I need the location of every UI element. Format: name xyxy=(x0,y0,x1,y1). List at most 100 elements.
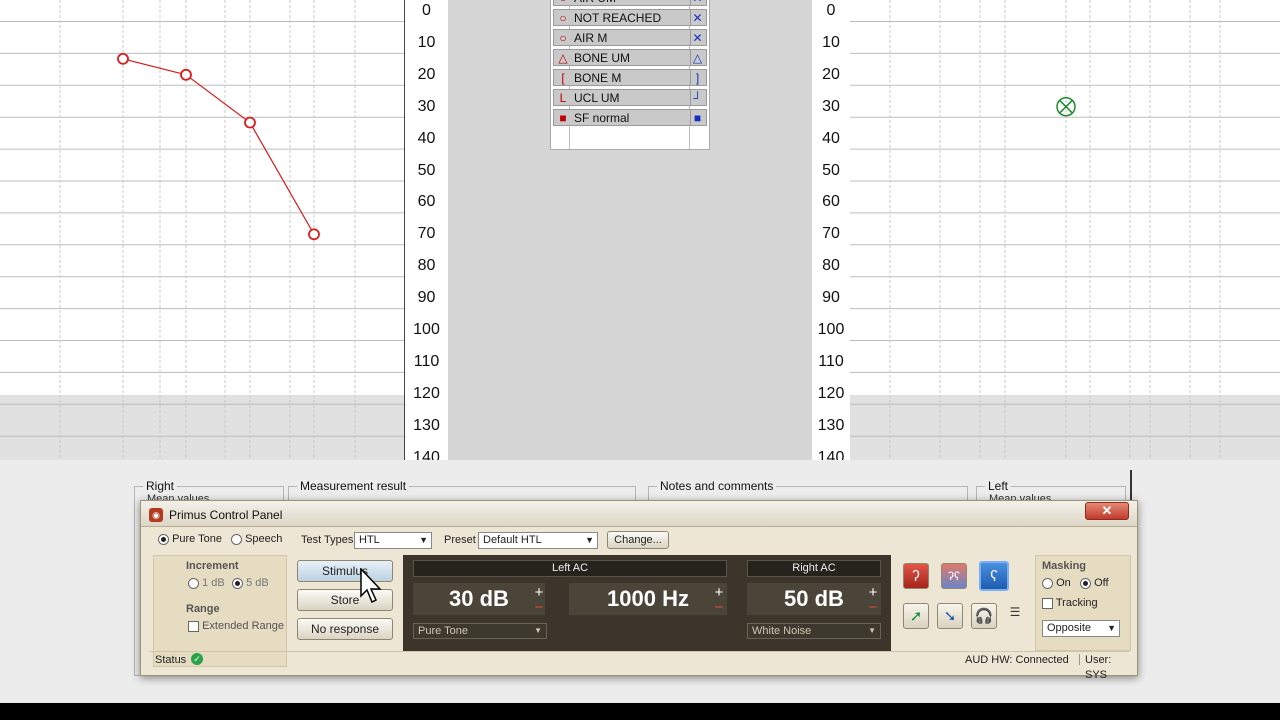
legend-right-symbol-icon: ✕ xyxy=(690,10,704,26)
left-db-scale: 0 10 20 30 40 50 60 70 80 90 100 110 120 130 140 xyxy=(812,0,850,465)
no-response-button[interactable]: No response xyxy=(297,618,393,640)
hardware-status: AUD HW: Connected xyxy=(965,654,1069,666)
chevron-down-icon: ▼ xyxy=(585,535,594,545)
both-ears-icon[interactable]: ʔʕ xyxy=(941,563,967,589)
right-air-point xyxy=(180,68,192,81)
panel-titlebar[interactable]: ◉ Primus Control Panel ✕ xyxy=(141,501,1137,527)
change-button[interactable]: Change... xyxy=(607,531,669,549)
left-ear-icon[interactable]: ʕ xyxy=(979,561,1009,591)
frequency-minus-button[interactable]: − xyxy=(713,600,725,615)
masking-label: Masking xyxy=(1042,560,1087,572)
extended-range-checkbox[interactable]: Extended Range xyxy=(188,620,284,632)
db-tick-label: 80 xyxy=(417,257,436,275)
legend-item[interactable]: [ BONE M] xyxy=(553,69,707,86)
right-signal-select[interactable]: White Noise ▼ xyxy=(747,623,881,639)
legend-right-symbol-icon: △ xyxy=(690,50,704,66)
frequency-plus-button[interactable]: + xyxy=(713,585,725,600)
inc-1-label: 1 dB xyxy=(202,577,225,589)
speech-label: Speech xyxy=(245,533,283,545)
left-level-minus-button[interactable]: − xyxy=(533,600,545,615)
tracking-label: Tracking xyxy=(1055,597,1098,609)
right-section-title: Right xyxy=(143,479,178,493)
increment-label: Increment xyxy=(186,560,239,572)
masking-off-label: Off xyxy=(1094,577,1109,589)
legend-item[interactable]: ○ NOT REACHED ✕ xyxy=(553,9,707,26)
right-ac-header: Right AC xyxy=(747,560,881,577)
test-types-label: Test Types xyxy=(301,534,354,546)
preset-select[interactable]: Default HTL ▼ xyxy=(478,532,598,549)
db-tick-label: 110 xyxy=(413,352,440,370)
db-tick-label: 20 xyxy=(417,65,436,83)
right-level-minus-button[interactable]: − xyxy=(867,600,879,615)
left-level-value[interactable]: 30 dB xyxy=(413,583,545,615)
status-divider xyxy=(1079,654,1080,665)
db-tick-label: 90 xyxy=(417,289,436,307)
primus-control-panel: ◉ Primus Control Panel ✕ Pure Tone Speec… xyxy=(140,500,1138,681)
import-arrow-icon[interactable]: ➘ xyxy=(937,603,963,629)
preset-value: Default HTL xyxy=(483,534,542,546)
headphones-icon[interactable]: 🎧 xyxy=(971,603,997,629)
legend-right-symbol-icon: ┘ xyxy=(690,90,704,106)
pure-tone-radio[interactable]: Pure Tone xyxy=(158,533,222,545)
left-ac-header: Left AC xyxy=(413,560,727,577)
notes-section-title: Notes and comments xyxy=(657,479,777,493)
db-tick-label: 50 xyxy=(417,161,436,179)
masking-off-radio[interactable]: Off xyxy=(1080,577,1109,589)
legend-item[interactable]: △ BONE UM △ xyxy=(553,49,707,66)
right-level-value[interactable]: 50 dB xyxy=(747,583,881,615)
stimulus-display: Left AC Right AC 30 dB + − 1000 Hz + − 5… xyxy=(403,555,891,651)
left-level-plus-button[interactable]: + xyxy=(533,585,545,600)
legend-item[interactable]: L UCL UM ┘ xyxy=(553,89,707,106)
legend-item[interactable]: ○ AIR UM ✕ xyxy=(553,0,707,6)
masking-mode-select[interactable]: Opposite ▼ xyxy=(1042,620,1120,637)
measurement-section-title: Measurement result xyxy=(297,479,410,493)
frequency-value[interactable]: 1000 Hz xyxy=(569,583,727,615)
legend-item[interactable]: ○ AIR M ✕ xyxy=(553,29,707,46)
app-logo-icon: ◉ xyxy=(149,508,163,522)
left-section-title: Left xyxy=(985,479,1012,493)
legend-item-label: BONE M xyxy=(574,71,622,85)
left-signal-value: Pure Tone xyxy=(418,625,468,637)
left-signal-select[interactable]: Pure Tone ▼ xyxy=(413,623,547,639)
preset-label: Preset xyxy=(444,534,476,546)
increment-1db-radio[interactable]: 1 dB xyxy=(188,577,225,589)
legend-left-symbol-icon: [ xyxy=(561,71,565,85)
db-tick-label: 120 xyxy=(413,384,440,402)
masking-on-radio[interactable]: On xyxy=(1042,577,1071,589)
right-audiogram[interactable] xyxy=(0,0,404,460)
status-label: Status xyxy=(155,654,187,666)
chevron-down-icon: ▼ xyxy=(1107,623,1116,633)
list-menu-icon[interactable]: ☰ xyxy=(1007,605,1023,619)
db-tick-label: 130 xyxy=(817,416,845,434)
extended-range-label: Extended Range xyxy=(202,620,285,632)
current-user: User: SYS xyxy=(1085,654,1112,681)
left-audiogram-plot xyxy=(850,0,1280,460)
left-audiogram[interactable] xyxy=(850,0,1280,460)
db-tick-label: 100 xyxy=(413,321,440,338)
window-edge xyxy=(1130,470,1132,500)
right-level-plus-button[interactable]: + xyxy=(867,585,879,600)
legend-item[interactable]: ■ SF normal ■ xyxy=(553,109,707,126)
legend-right-symbol-icon: ] xyxy=(690,70,704,86)
tracking-checkbox[interactable]: Tracking xyxy=(1042,597,1098,609)
legend-left-symbol-icon: ■ xyxy=(559,111,567,125)
legend-left-symbol-icon: ○ xyxy=(559,11,567,25)
speech-radio[interactable]: Speech xyxy=(231,533,282,545)
legend-left-symbol-icon: ○ xyxy=(559,31,567,45)
db-tick-label: 90 xyxy=(822,289,840,307)
db-tick-label: 60 xyxy=(822,193,840,211)
db-tick-label: 0 xyxy=(422,2,431,19)
increment-5db-radio[interactable]: 5 dB xyxy=(232,577,269,589)
legend-left-symbol-icon: ○ xyxy=(556,0,570,6)
db-tick-label: 10 xyxy=(417,33,436,51)
close-button[interactable]: ✕ xyxy=(1085,502,1129,520)
range-label: Range xyxy=(186,603,220,615)
right-signal-value: White Noise xyxy=(752,625,812,637)
right-ear-icon[interactable]: ʔ xyxy=(903,563,929,589)
chevron-down-icon: ▼ xyxy=(868,626,876,635)
db-tick-label: 130 xyxy=(413,416,440,434)
panel-title: Primus Control Panel xyxy=(169,508,283,522)
test-types-select[interactable]: HTL ▼ xyxy=(354,532,432,549)
db-tick-label: 70 xyxy=(417,225,436,243)
export-arrow-icon[interactable]: ➚ xyxy=(903,603,929,629)
